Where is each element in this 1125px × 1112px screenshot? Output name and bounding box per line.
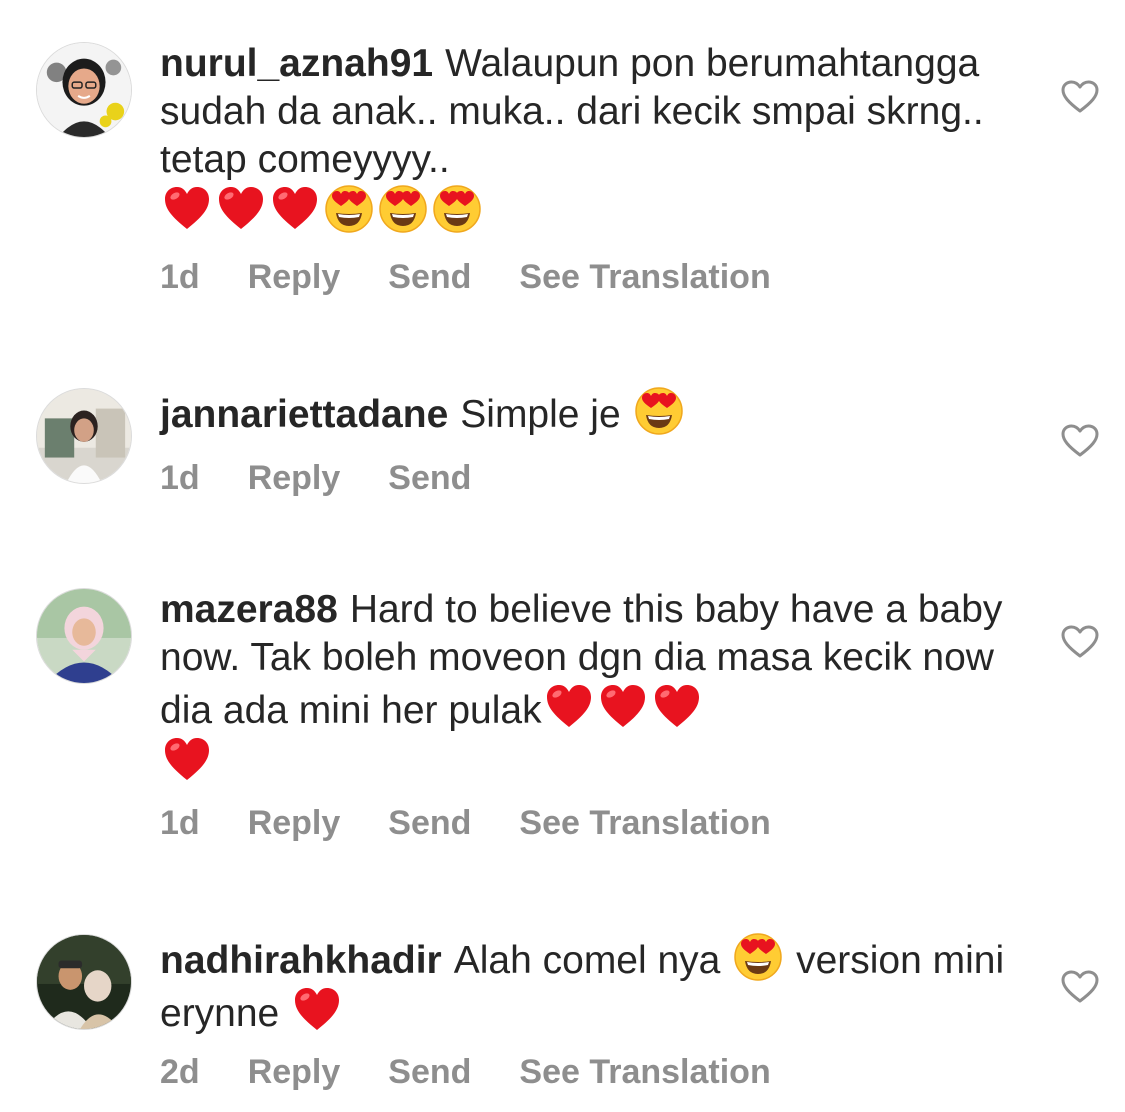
comment-username[interactable]: jannariettadane xyxy=(160,393,448,436)
reply-button[interactable]: Reply xyxy=(248,459,341,498)
heart-outline-icon[interactable] xyxy=(1061,424,1099,458)
comment-text: Simple je xyxy=(460,393,621,436)
heart-eyes-emoji xyxy=(324,184,374,234)
heart-eyes-emoji xyxy=(733,932,783,982)
avatar[interactable] xyxy=(36,934,132,1030)
reply-button[interactable]: Reply xyxy=(248,804,341,843)
comment-text: Alah comel nya xyxy=(453,939,721,982)
comment-username[interactable]: nurul_aznah91 xyxy=(160,42,433,85)
heart-emoji xyxy=(216,184,266,234)
heart-outline-icon[interactable] xyxy=(1061,625,1099,659)
send-button[interactable]: Send xyxy=(388,804,471,843)
heart-outline-icon[interactable] xyxy=(1061,970,1099,1004)
comment-meta: 1d Reply Send xyxy=(160,459,519,498)
comment-time: 2d xyxy=(160,1053,200,1091)
heart-eyes-emoji xyxy=(634,386,684,436)
comment-username[interactable]: nadhirahkhadir xyxy=(160,939,442,982)
comment-meta: 1d Reply Send See Translation xyxy=(160,258,819,297)
comment-meta: 1d Reply Send See Translation xyxy=(160,804,819,843)
reply-button[interactable]: Reply xyxy=(248,1053,341,1092)
heart-eyes-emoji xyxy=(432,184,482,234)
heart-outline-icon[interactable] xyxy=(1061,80,1099,114)
comment-time: 1d xyxy=(160,459,200,497)
comment-body: mazera88 Hard to believe this baby have a… xyxy=(160,586,1020,788)
heart-emoji xyxy=(270,184,320,234)
see-translation-button[interactable]: See Translation xyxy=(519,804,770,843)
send-button[interactable]: Send xyxy=(388,459,471,498)
comment-time: 1d xyxy=(160,258,200,296)
heart-emoji xyxy=(652,682,702,732)
avatar[interactable] xyxy=(36,388,132,484)
see-translation-button[interactable]: See Translation xyxy=(519,1053,770,1092)
see-translation-button[interactable]: See Translation xyxy=(519,258,770,297)
comment-username[interactable]: mazera88 xyxy=(160,588,338,631)
avatar[interactable] xyxy=(36,42,132,138)
comment-body: jannariettadane Simple je xyxy=(160,386,1020,439)
heart-emoji xyxy=(598,682,648,732)
heart-emoji xyxy=(544,682,594,732)
comment-time: 1d xyxy=(160,804,200,842)
send-button[interactable]: Send xyxy=(388,258,471,297)
heart-emoji xyxy=(162,735,212,785)
heart-eyes-emoji xyxy=(378,184,428,234)
heart-emoji xyxy=(162,184,212,234)
heart-emoji xyxy=(292,985,342,1035)
comment-body: nadhirahkhadir Alah comel nya version min… xyxy=(160,932,1020,1038)
reply-button[interactable]: Reply xyxy=(248,258,341,297)
avatar[interactable] xyxy=(36,588,132,684)
send-button[interactable]: Send xyxy=(388,1053,471,1092)
comment-meta: 2d Reply Send See Translation xyxy=(160,1053,819,1092)
comment-body: nurul_aznah91 Walaupun pon berumahtangga … xyxy=(160,40,1020,237)
